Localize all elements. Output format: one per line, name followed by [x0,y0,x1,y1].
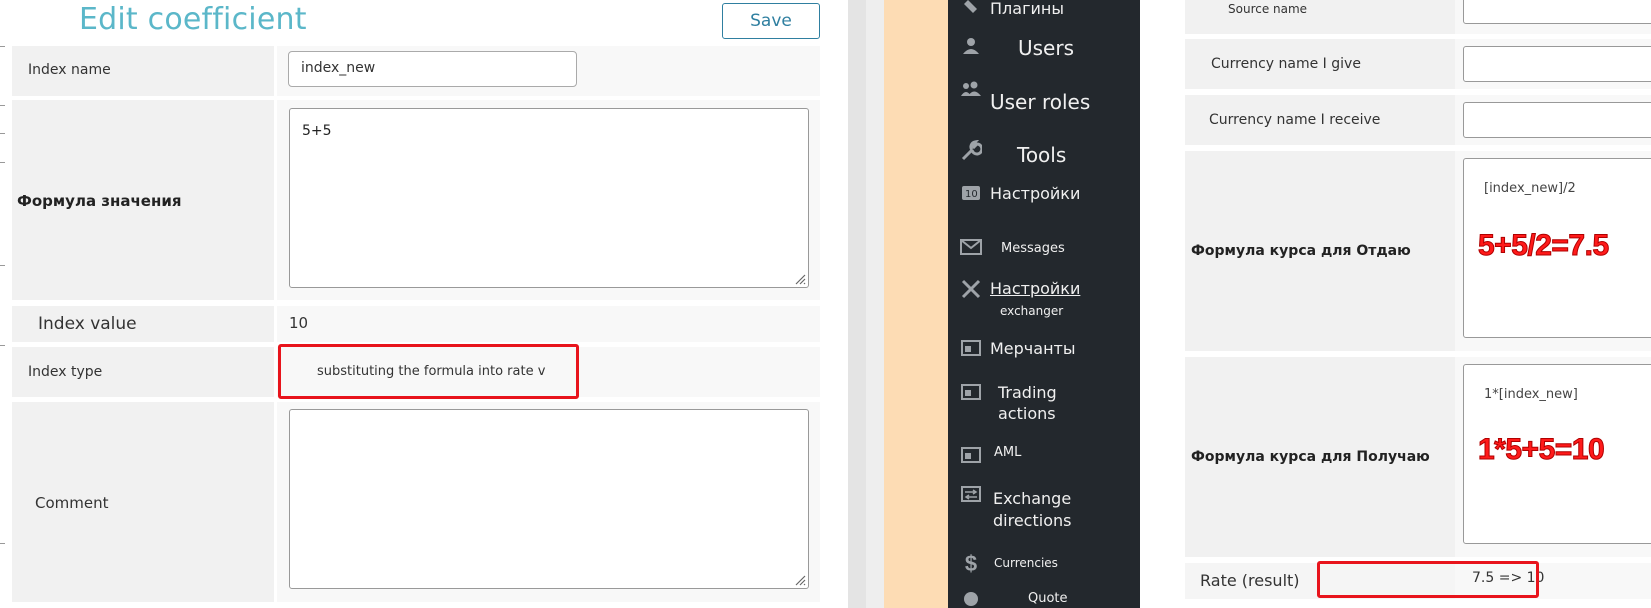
formula-give-annotation: 5+5/2=7.5 [1478,229,1610,263]
sidebar-item-user-roles[interactable]: User roles [948,80,1140,114]
merchant-icon [958,338,984,364]
sidebar-item-tools[interactable]: Tools [948,139,1140,170]
background-strip [866,0,948,608]
sidebar-item-label: Trading [998,383,1057,402]
quote-icon [958,588,984,608]
sidebar-item-users[interactable]: Users [948,34,1140,64]
formula-give-text: [index_new]/2 [1484,181,1576,196]
trading-icon [958,382,984,408]
sidebar-item-sublabel: actions [998,404,1056,423]
comment-label: Comment [35,494,109,512]
highlight-box [278,344,579,399]
sidebar-item-label: Настройки [990,279,1081,298]
sidebar-item-exchange-directions[interactable]: Exchange directions [948,478,1140,530]
settings-icon: 10 [958,183,984,209]
edit-coefficient-panel: Edit coefficient Save Index name index_n… [0,0,838,608]
sidebar-item-merchants[interactable]: Мерчанты [948,338,1140,362]
sidebar-item-settings[interactable]: 10 Настройки [948,183,1140,207]
sidebar-item-label: Users [1018,36,1075,60]
comment-label-cell: Comment [12,402,274,602]
formula-give-label-cell: Формула курса для Отдаю [1185,151,1455,351]
sidebar-item-label: Плагины [990,0,1064,18]
formula-give-label: Формула курса для Отдаю [1191,243,1411,259]
sidebar-item-trading-actions[interactable]: Trading actions [948,380,1140,424]
rate-label: Rate (result) [1200,571,1300,590]
sidebar-item-label: Quote [1028,591,1068,606]
page-title: Edit coefficient [79,2,307,37]
wrench-icon [958,139,984,168]
edge-tick [0,133,5,134]
user-icon [958,36,984,62]
sidebar-item-sublabel: exchanger [1000,304,1064,318]
comment-textarea[interactable] [289,409,809,589]
tools-icon [958,278,984,306]
currency-receive-label-cell: Currency name I receive [1185,95,1455,145]
admin-sidebar: Плагины Users User roles Tools 10 Настро… [948,0,1140,608]
currency-give-label: Currency name I give [1211,56,1361,72]
highlight-box [1317,561,1539,598]
formula-receive-label-cell: Формула курса для Получаю [1185,357,1455,557]
rate-settings-panel: Source name Currency name I give Currenc… [1140,0,1651,608]
sidebar-item-label: Exchange [993,489,1072,508]
index-value-text: 10 [289,314,309,332]
source-name-input[interactable] [1463,0,1651,24]
edge-tick [0,105,5,106]
mail-icon [958,238,984,262]
index-name-label-cell: Index name [12,46,274,96]
source-name-label: Source name [1228,2,1308,16]
svg-text:10: 10 [965,189,978,200]
formula-label-cell: Формула значения [12,100,274,300]
dollar-icon: $ [964,551,978,576]
edge-tick [0,543,5,544]
sidebar-item-plugins[interactable]: Плагины [948,0,1140,22]
formula-textarea[interactable]: 5+5 [289,108,809,288]
index-type-label: Index type [28,364,103,380]
sidebar-item-aml[interactable]: AML [948,443,1140,465]
screenshot-composite: Edit coefficient Save Index name index_n… [0,0,1651,608]
currency-receive-label: Currency name I receive [1209,112,1381,128]
formula-label: Формула значения [17,192,182,210]
index-type-label-cell: Index type [12,347,274,397]
sidebar-item-currencies[interactable]: $ Currencies [948,551,1140,576]
exchange-icon [958,484,984,510]
resize-handle-icon[interactable] [794,574,806,586]
divider-shade [848,0,866,608]
panel-divider [838,0,866,608]
formula-text: 5+5 [302,123,332,139]
sidebar-item-sublabel: directions [993,511,1072,530]
edge-tick [0,162,5,163]
source-name-label-cell: Source name [1185,0,1455,34]
formula-receive-textarea[interactable]: 1*[index_new] 1*5+5=10 [1463,364,1651,544]
sidebar-item-label: AML [994,445,1022,460]
index-name-label: Index name [28,62,111,78]
sidebar-item-messages[interactable]: Messages [948,238,1140,260]
formula-receive-label: Формула курса для Получаю [1191,449,1430,465]
edge-tick [0,46,5,47]
index-value-label: Index value [38,314,137,334]
aml-icon [958,445,984,471]
sidebar-item-label: User roles [990,90,1091,114]
sidebar-item-quote[interactable]: Quote [948,590,1140,608]
sidebar-item-exchanger-settings[interactable]: Настройки exchanger [948,278,1140,320]
index-value-cell: 10 [277,306,820,342]
plugin-icon [958,0,984,22]
save-button[interactable]: Save [722,3,820,39]
sidebar-item-label: Messages [1001,241,1065,256]
edge-tick [0,345,5,346]
users-group-icon [958,80,984,106]
sidebar-item-label: Мерчанты [990,339,1076,358]
sidebar-item-label: Tools [1017,143,1067,167]
formula-give-textarea[interactable]: [index_new]/2 5+5/2=7.5 [1463,158,1651,338]
currency-receive-input[interactable] [1463,102,1651,138]
sidebar-item-label: Настройки [990,184,1081,203]
currency-give-input[interactable] [1463,46,1651,82]
sidebar-item-label: Currencies [994,556,1058,570]
resize-handle-icon[interactable] [794,273,806,285]
edge-tick [0,265,5,266]
formula-receive-text: 1*[index_new] [1484,387,1578,402]
currency-give-label-cell: Currency name I give [1185,39,1455,89]
index-value-label-cell: Index value [12,306,274,342]
formula-receive-annotation: 1*5+5=10 [1477,433,1605,467]
index-name-input[interactable]: index_new [288,51,577,87]
